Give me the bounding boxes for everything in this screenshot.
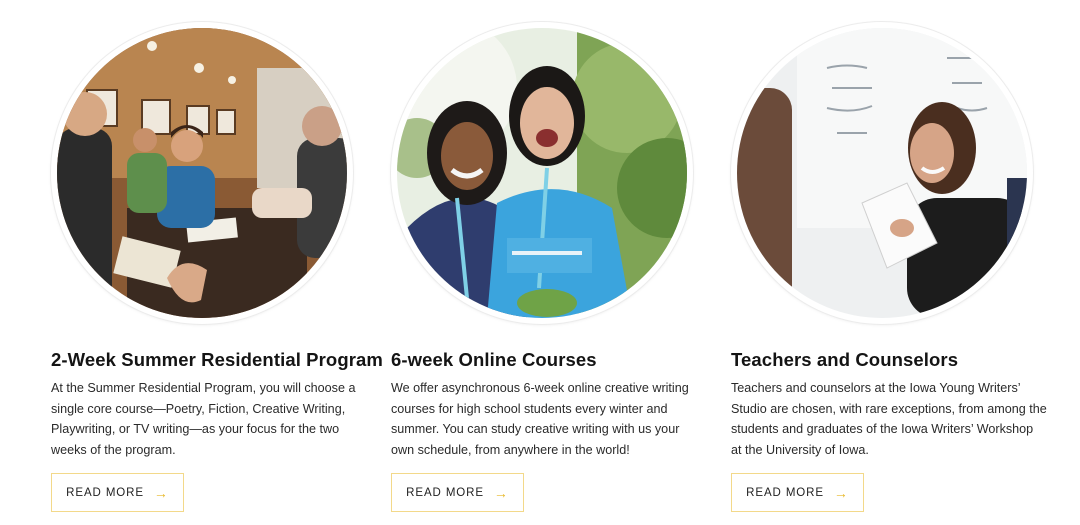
read-more-button[interactable]: READ MORE → — [731, 473, 864, 512]
card-title: 6-week Online Courses — [391, 349, 597, 370]
card-photo-frame — [391, 22, 693, 324]
description-line: single core course—Poetry, Fiction, Crea… — [51, 401, 346, 416]
description-line: Teachers and counselors at the Iowa Youn… — [731, 381, 1021, 395]
arrow-right-icon: → — [833, 484, 849, 501]
description-line: at the University of Iowa. — [731, 442, 869, 457]
arrow-right-icon: → — [493, 484, 509, 501]
students-studying-illustration — [57, 28, 347, 318]
card-description: At the Summer Residential Program, you w… — [51, 378, 356, 460]
program-card-teachers: Teachers and Counselors Teachers and cou… — [731, 0, 1051, 525]
students-studying-photo[interactable] — [57, 28, 347, 318]
arrow-right-icon: → — [153, 484, 169, 501]
read-more-label: READ MORE — [406, 486, 484, 499]
card-description: Teachers and counselors at the Iowa Youn… — [731, 378, 1047, 460]
read-more-button[interactable]: READ MORE → — [391, 473, 524, 512]
card-title: Teachers and Counselors — [731, 349, 959, 370]
read-more-label: READ MORE — [66, 486, 144, 499]
teacher-illustration — [737, 28, 1027, 318]
description-line: students and graduates of the Iowa Write… — [731, 422, 1034, 436]
card-photo-frame — [731, 22, 1033, 324]
read-more-button[interactable]: READ MORE → — [51, 473, 184, 512]
description-line: weeks of the program. — [51, 442, 176, 457]
description-line: Studio are chosen, with rare exceptions,… — [731, 401, 1047, 416]
program-card-residential: 2-Week Summer Residential Program At the… — [51, 0, 383, 525]
card-photo-frame — [51, 22, 353, 324]
description-line: At the Summer Residential Program, you w… — [51, 381, 356, 395]
description-line: Playwriting, or TV writing—as your focus… — [51, 422, 340, 436]
description-line: own schedule, from anywhere in the world… — [391, 442, 630, 457]
two-students-illustration — [397, 28, 687, 318]
description-line: summer. You can study creative writing w… — [391, 422, 680, 436]
description-line: courses for high school students every w… — [391, 401, 668, 416]
teacher-photo[interactable] — [737, 28, 1027, 318]
read-more-label: READ MORE — [746, 486, 824, 499]
two-students-photo[interactable] — [397, 28, 687, 318]
program-card-online: 6-week Online Courses We offer asynchron… — [391, 0, 711, 525]
description-line: We offer asynchronous 6-week online crea… — [391, 381, 689, 395]
card-description: We offer asynchronous 6-week online crea… — [391, 378, 696, 460]
card-title: 2-Week Summer Residential Program — [51, 349, 383, 370]
